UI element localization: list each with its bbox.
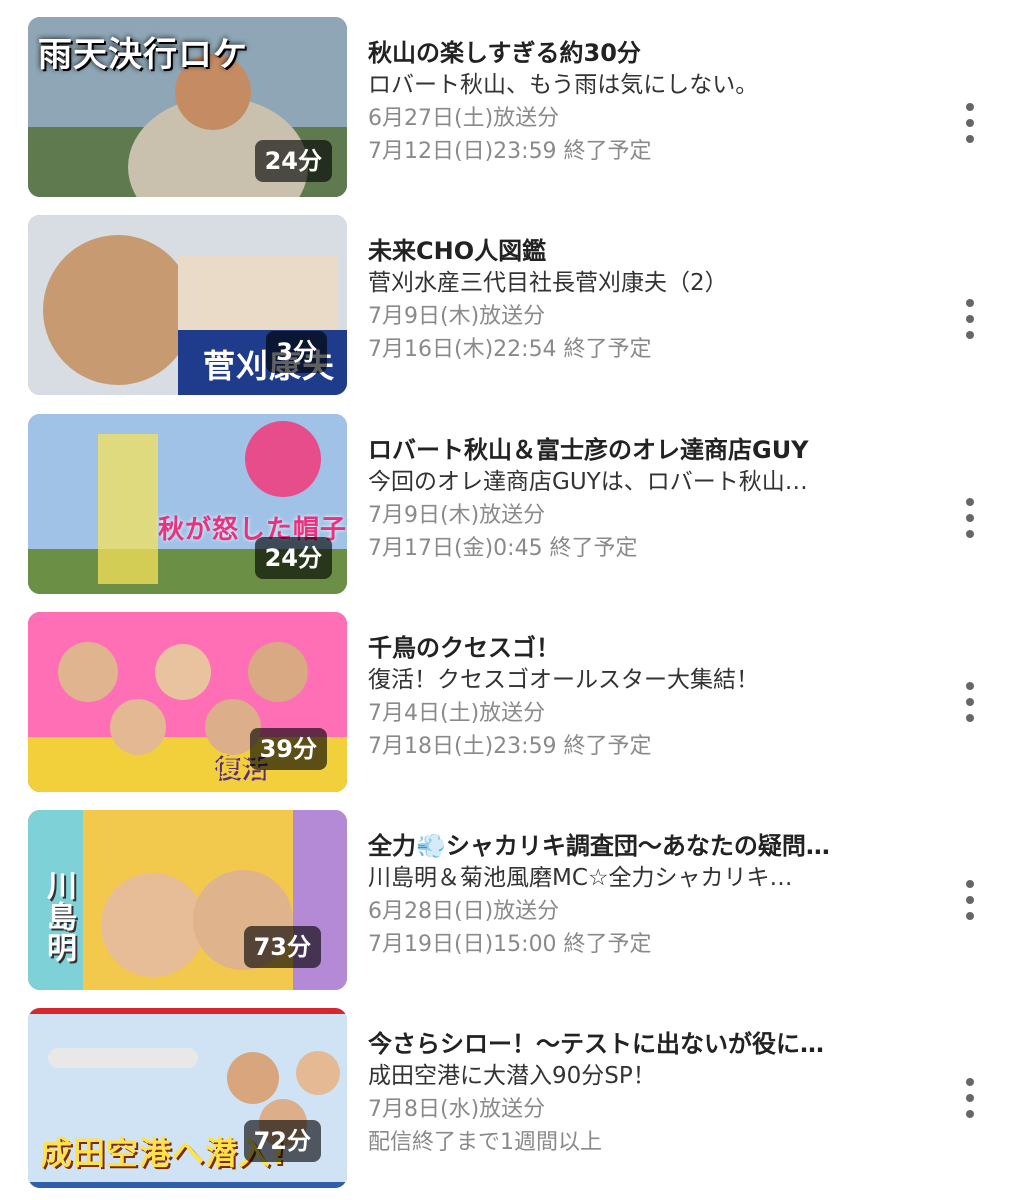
duration-badge: 72分 [243,1120,321,1162]
expiry-date: 7月12日(日)23:59 終了予定 [368,139,652,164]
program-meta: 千鳥のクセスゴ！ 復活！クセスゴオールスター大集結！ 7月4日(土)放送分 7月… [368,632,928,763]
duration-badge: 24分 [254,140,332,182]
more-vert-icon [966,299,974,307]
thumbnail[interactable]: 川島明 73分 [28,810,347,990]
program-item[interactable]: 菅刈康夫 3分 未来CHO人図鑑 菅刈水産三代目社長菅刈康夫（2） 7月9日(木… [0,215,1018,397]
program-list: 雨天決行ロケ 24分 秋山の楽しすぎる約30分 ロバート秋山、もう雨は気にしない… [0,0,1018,1200]
thumbnail-caption: 雨天決行ロケ [38,35,248,75]
more-vert-icon [966,896,974,904]
duration-badge: 3分 [266,331,327,373]
broadcast-date: 6月28日(日)放送分 [368,899,560,924]
thumbnail[interactable]: 成田空港へ潜入! 72分 [28,1008,347,1188]
more-vert-icon [966,530,974,538]
more-vert-icon [966,498,974,506]
program-subtitle: 復活！クセスゴオールスター大集結！ [368,667,759,693]
more-vert-icon [966,714,974,722]
more-vert-icon [966,698,974,706]
program-title[interactable]: 今さらシロー！〜テストに出ないが役に… [368,1028,928,1060]
program-subtitle: ロバート秋山、もう雨は気にしない。 [368,72,759,98]
thumbnail-caption: 川島明 [41,870,76,963]
more-options-button[interactable] [950,95,990,151]
broadcast-date: 7月4日(土)放送分 [368,701,546,726]
more-vert-icon [966,1094,974,1102]
more-vert-icon [966,315,974,323]
thumbnail[interactable]: 雨天決行ロケ 24分 [28,17,347,197]
program-meta: 全力💨シャカリキ調査団〜あなたの疑問… 川島明＆菊池風磨MC☆全力シャカリキ… … [368,830,928,961]
program-meta: ロバート秋山＆富士彦のオレ達商店GUY 今回のオレ達商店GUYは、ロバート秋山…… [368,434,928,565]
more-options-button[interactable] [950,1070,990,1126]
thumbnail[interactable]: 菅刈康夫 3分 [28,215,347,395]
more-vert-icon [966,880,974,888]
expiry-date: 7月18日(土)23:59 終了予定 [368,734,652,759]
more-options-button[interactable] [950,872,990,928]
more-vert-icon [966,1078,974,1086]
more-vert-icon [966,135,974,143]
duration-badge: 24分 [254,537,332,579]
program-title[interactable]: 全力💨シャカリキ調査団〜あなたの疑問… [368,830,928,862]
more-vert-icon [966,103,974,111]
program-title[interactable]: 千鳥のクセスゴ！ [368,632,928,664]
program-subtitle: 川島明＆菊池風磨MC☆全力シャカリキ… [368,865,793,891]
program-item[interactable]: 復活 39分 千鳥のクセスゴ！ 復活！クセスゴオールスター大集結！ 7月4日(土… [0,612,1018,794]
thumbnail[interactable]: 秋が怒した帽子 24分 [28,414,347,594]
more-vert-icon [966,331,974,339]
thumbnail[interactable]: 復活 39分 [28,612,347,792]
more-vert-icon [966,682,974,690]
expiry-date: 7月19日(日)15:00 終了予定 [368,932,652,957]
expiry-date: 7月16日(木)22:54 終了予定 [368,337,652,362]
program-meta: 秋山の楽しすぎる約30分 ロバート秋山、もう雨は気にしない。 6月27日(土)放… [368,37,928,168]
program-meta: 今さらシロー！〜テストに出ないが役に… 成田空港に大潜入90分SP！ 7月8日(… [368,1028,928,1159]
program-item[interactable]: 成田空港へ潜入! 72分 今さらシロー！〜テストに出ないが役に… 成田空港に大潜… [0,1008,1018,1190]
program-title[interactable]: 秋山の楽しすぎる約30分 [368,37,928,69]
broadcast-date: 7月9日(木)放送分 [368,503,546,528]
program-subtitle: 成田空港に大潜入90分SP！ [368,1063,656,1089]
broadcast-date: 7月9日(木)放送分 [368,304,546,329]
more-options-button[interactable] [950,490,990,546]
program-item[interactable]: 川島明 73分 全力💨シャカリキ調査団〜あなたの疑問… 川島明＆菊池風磨MC☆全… [0,810,1018,992]
more-options-button[interactable] [950,674,990,730]
more-vert-icon [966,514,974,522]
expiry-date: 配信終了まで1週間以上 [368,1130,602,1155]
program-item[interactable]: 秋が怒した帽子 24分 ロバート秋山＆富士彦のオレ達商店GUY 今回のオレ達商店… [0,414,1018,596]
duration-badge: 39分 [249,728,327,770]
program-title[interactable]: ロバート秋山＆富士彦のオレ達商店GUY [368,434,928,466]
broadcast-date: 6月27日(土)放送分 [368,106,560,131]
more-options-button[interactable] [950,291,990,347]
program-subtitle: 菅刈水産三代目社長菅刈康夫（2） [368,270,728,296]
program-title[interactable]: 未来CHO人図鑑 [368,235,928,267]
more-vert-icon [966,912,974,920]
program-item[interactable]: 雨天決行ロケ 24分 秋山の楽しすぎる約30分 ロバート秋山、もう雨は気にしない… [0,17,1018,199]
more-vert-icon [966,1110,974,1118]
program-subtitle: 今回のオレ達商店GUYは、ロバート秋山… [368,469,808,495]
duration-badge: 73分 [243,926,321,968]
expiry-date: 7月17日(金)0:45 終了予定 [368,536,638,561]
program-meta: 未来CHO人図鑑 菅刈水産三代目社長菅刈康夫（2） 7月9日(木)放送分 7月1… [368,235,928,366]
broadcast-date: 7月8日(水)放送分 [368,1097,546,1122]
more-vert-icon [966,119,974,127]
